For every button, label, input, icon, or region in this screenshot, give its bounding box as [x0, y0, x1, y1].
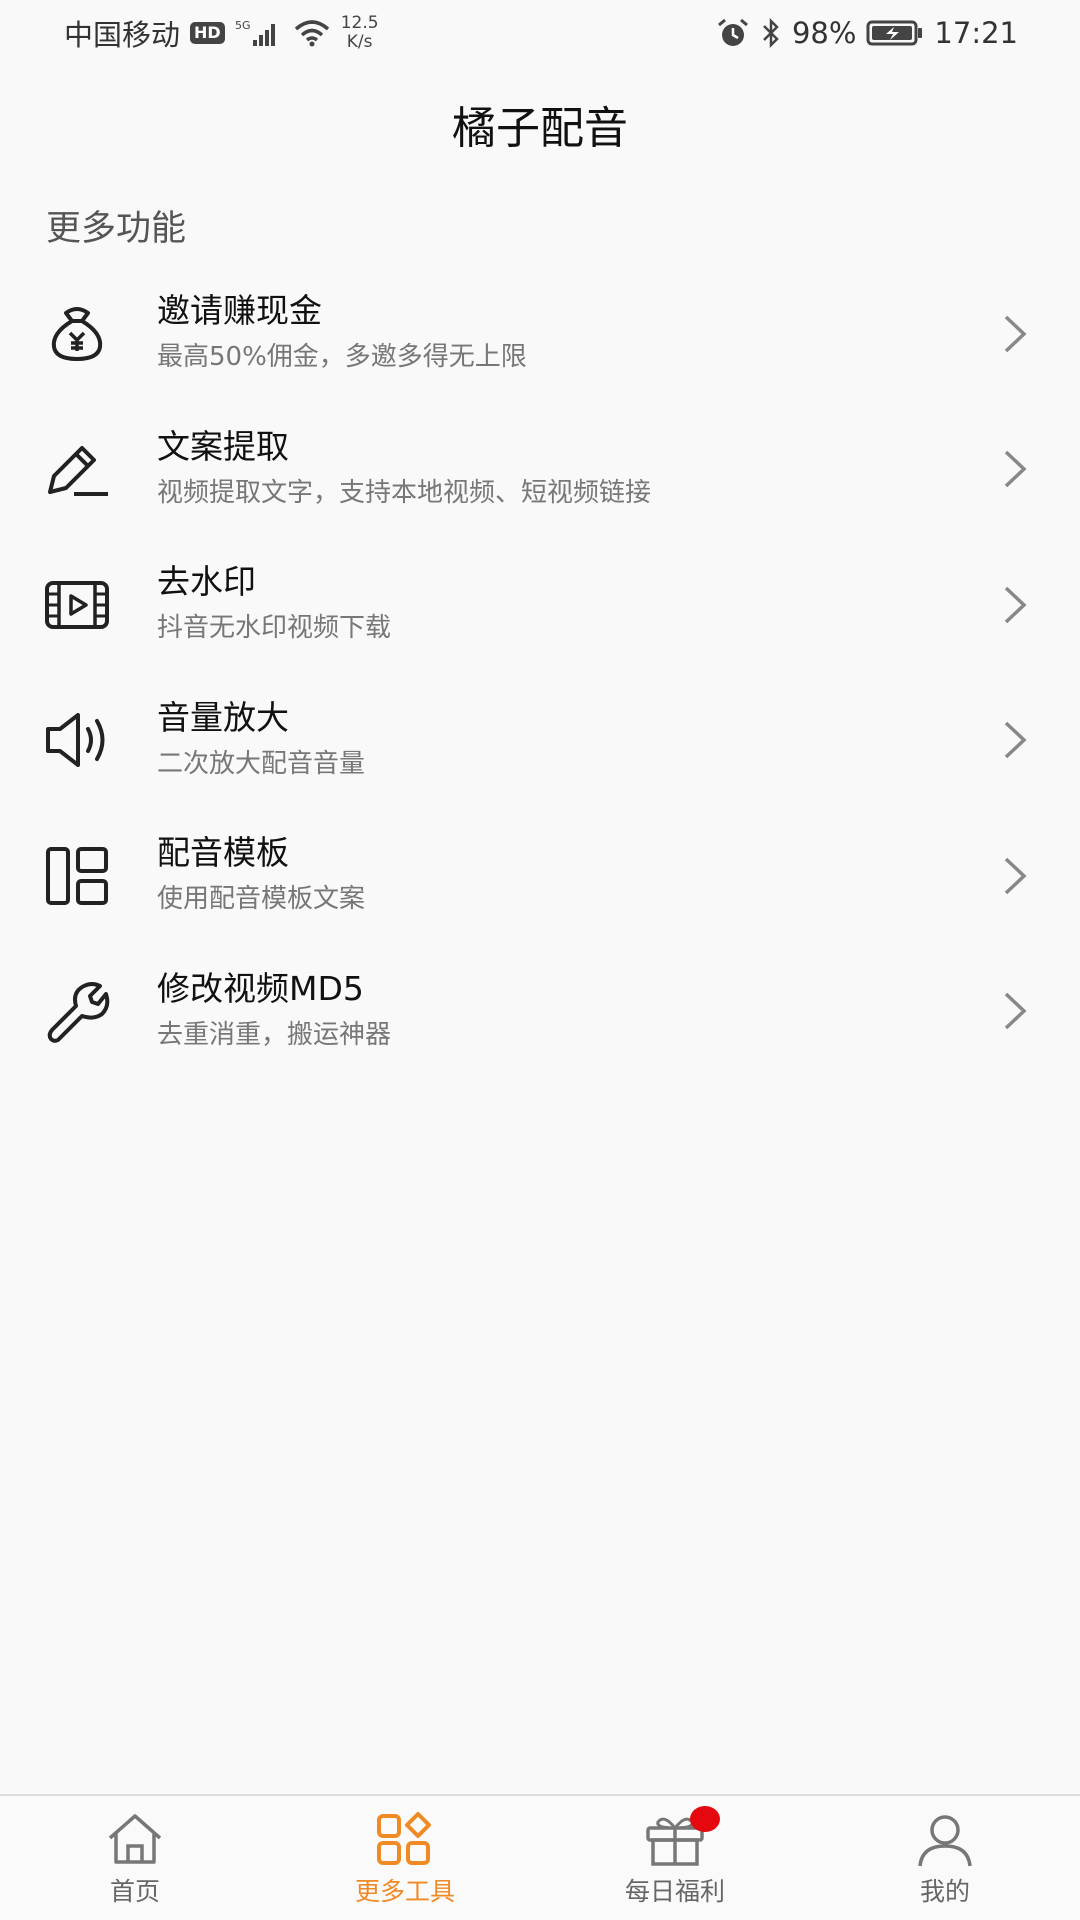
menu-title: 邀请赚现金 [157, 291, 322, 330]
notification-dot [690, 1806, 720, 1832]
network-type: 5G [235, 19, 251, 32]
chevron-right-icon [1000, 584, 1030, 626]
speed-unit: K/s [346, 32, 373, 52]
tools-grid-icon [372, 1810, 438, 1868]
menu-text: 修改视频MD5 去重消重，搬运神器 [157, 968, 391, 1054]
nav-label: 每日福利 [624, 1877, 725, 1906]
hd-badge: HD [190, 22, 225, 44]
nav-tab-home[interactable]: 首页 [0, 1796, 270, 1920]
screen: 中国移动 HD 5G 12.5 K/s 98% 17:21 橘子配音 更多功能 … [0, 0, 1080, 1920]
chevron-right-icon [1000, 313, 1030, 355]
menu-item-volume-boost[interactable]: 音量放大 二次放大配音音量 [0, 673, 1080, 809]
battery-charging-icon [866, 19, 924, 47]
chevron-right-icon [1000, 990, 1030, 1032]
nav-tab-profile[interactable]: 我的 [810, 1796, 1080, 1920]
pen-icon [42, 434, 112, 504]
feature-list: 邀请赚现金 最高50%佣金，多邀多得无上限 文案提取 视频提取文字，支持本地视频… [0, 266, 1080, 1079]
menu-text: 文案提取 视频提取文字，支持本地视频、短视频链接 [157, 426, 651, 512]
section-title: 更多功能 [46, 209, 187, 249]
speaker-icon [42, 705, 112, 775]
menu-subtitle: 视频提取文字，支持本地视频、短视频链接 [157, 477, 652, 508]
chevron-right-icon [1000, 855, 1030, 897]
bottom-nav: 首页 更多工具 每日福利 我的 [0, 1794, 1080, 1920]
battery-percent: 98% [791, 16, 857, 50]
menu-subtitle: 二次放大配音音量 [157, 748, 366, 779]
speed-value: 12.5 [340, 13, 379, 33]
menu-text: 配音模板 使用配音模板文案 [157, 832, 365, 918]
menu-title: 配音模板 [157, 833, 289, 872]
film-play-icon [42, 570, 112, 640]
menu-item-watermark-remove[interactable]: 去水印 抖音无水印视频下载 [0, 537, 1080, 673]
page-title: 橘子配音 [452, 103, 628, 154]
menu-text: 音量放大 二次放大配音音量 [157, 697, 365, 783]
menu-title: 去水印 [157, 562, 256, 601]
money-bag-icon [42, 299, 112, 369]
bluetooth-icon [760, 17, 782, 49]
clock-time: 17:21 [934, 16, 1018, 50]
alarm-icon [716, 17, 750, 49]
menu-item-invite[interactable]: 邀请赚现金 最高50%佣金，多邀多得无上限 [0, 266, 1080, 402]
gift-icon [642, 1806, 720, 1868]
user-icon [912, 1810, 978, 1868]
nav-label: 更多工具 [354, 1877, 455, 1906]
menu-subtitle: 使用配音模板文案 [157, 884, 366, 914]
nav-label: 我的 [919, 1877, 970, 1906]
status-right: 98% 17:21 [716, 16, 1018, 50]
nav-tab-more-tools[interactable]: 更多工具 [270, 1796, 540, 1920]
menu-subtitle: 最高50%佣金，多邀多得无上限 [157, 342, 527, 372]
carrier-name: 中国移动 [64, 18, 181, 52]
status-left: 中国移动 HD 5G 12.5 K/s [64, 12, 379, 54]
menu-subtitle: 抖音无水印视频下载 [157, 613, 392, 643]
menu-title: 修改视频MD5 [157, 968, 364, 1008]
menu-subtitle: 去重消重，搬运神器 [157, 1019, 392, 1050]
menu-title: 文案提取 [157, 426, 289, 466]
menu-title: 音量放大 [157, 697, 289, 737]
home-icon [102, 1810, 168, 1868]
menu-item-modify-md5[interactable]: 修改视频MD5 去重消重，搬运神器 [0, 944, 1080, 1080]
signal-icon: 5G [235, 18, 283, 48]
menu-text: 去水印 抖音无水印视频下载 [157, 561, 391, 647]
template-layout-icon [42, 841, 112, 911]
network-speed: 12.5 K/s [341, 14, 379, 52]
wrench-icon [42, 976, 112, 1046]
status-bar: 中国移动 HD 5G 12.5 K/s 98% 17:21 [0, 0, 1080, 66]
nav-label: 首页 [109, 1877, 160, 1906]
nav-tab-daily-bonus[interactable]: 每日福利 [540, 1796, 810, 1920]
menu-item-dub-template[interactable]: 配音模板 使用配音模板文案 [0, 808, 1080, 944]
wifi-icon [293, 18, 331, 48]
chevron-right-icon [1000, 448, 1030, 490]
menu-item-text-extract[interactable]: 文案提取 视频提取文字，支持本地视频、短视频链接 [0, 402, 1080, 538]
menu-text: 邀请赚现金 最高50%佣金，多邀多得无上限 [157, 290, 527, 376]
chevron-right-icon [1000, 719, 1030, 761]
